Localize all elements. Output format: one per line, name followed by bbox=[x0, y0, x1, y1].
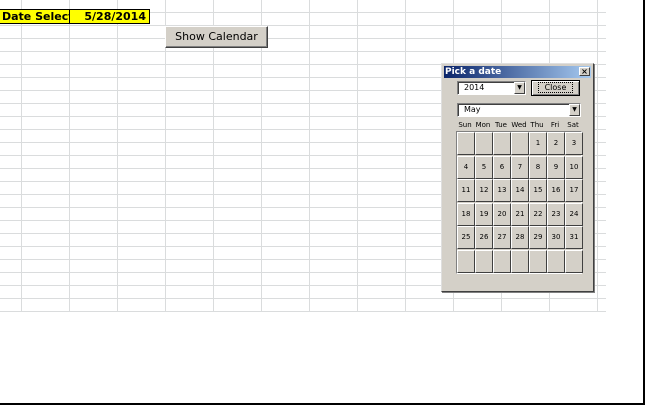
day-button[interactable] bbox=[457, 132, 475, 155]
day-button[interactable]: 15 bbox=[529, 179, 547, 202]
close-icon[interactable]: × bbox=[579, 67, 590, 76]
dialog-title: Pick a date bbox=[445, 67, 502, 77]
pick-a-date-dialog: Pick a date × 2014 ▼ Close May ▼ 1234567… bbox=[441, 63, 594, 292]
day-button[interactable] bbox=[529, 249, 547, 273]
day-button[interactable]: 27 bbox=[493, 226, 511, 249]
day-button[interactable]: 7 bbox=[511, 155, 529, 179]
day-button[interactable]: 8 bbox=[529, 155, 547, 179]
weekday-label: Wed bbox=[511, 121, 527, 129]
day-button[interactable]: 10 bbox=[565, 155, 583, 179]
day-button[interactable] bbox=[475, 249, 493, 273]
day-button[interactable]: 2 bbox=[547, 132, 565, 155]
day-button[interactable]: 24 bbox=[565, 202, 583, 226]
day-button[interactable]: 6 bbox=[493, 155, 511, 179]
show-calendar-button[interactable]: Show Calendar bbox=[165, 26, 268, 48]
day-button[interactable]: 22 bbox=[529, 202, 547, 226]
chevron-down-icon[interactable]: ▼ bbox=[514, 82, 525, 94]
day-button[interactable]: 16 bbox=[547, 179, 565, 202]
day-button[interactable]: 14 bbox=[511, 179, 529, 202]
weekday-label: Mon bbox=[475, 121, 491, 129]
day-button[interactable] bbox=[493, 132, 511, 155]
close-button[interactable]: Close bbox=[531, 80, 580, 96]
month-value: May bbox=[464, 105, 481, 114]
selected-date-cell[interactable]: 5/28/2014 bbox=[69, 9, 150, 24]
dialog-titlebar[interactable]: Pick a date × bbox=[444, 66, 591, 78]
day-button[interactable]: 30 bbox=[547, 226, 565, 249]
day-button[interactable]: 20 bbox=[493, 202, 511, 226]
day-button[interactable]: 3 bbox=[565, 132, 583, 155]
close-button-label: Close bbox=[537, 82, 574, 93]
weekday-label: Thu bbox=[530, 121, 544, 129]
day-button[interactable] bbox=[565, 249, 583, 273]
day-button[interactable]: 29 bbox=[529, 226, 547, 249]
year-dropdown[interactable]: 2014 ▼ bbox=[457, 81, 526, 95]
day-button[interactable] bbox=[493, 249, 511, 273]
day-button[interactable]: 13 bbox=[493, 179, 511, 202]
day-button[interactable]: 31 bbox=[565, 226, 583, 249]
weekday-label: Fri bbox=[550, 121, 560, 129]
day-button[interactable] bbox=[511, 132, 529, 155]
weekday-label: Sun bbox=[458, 121, 472, 129]
date-selected-label-cell[interactable]: Date Selected bbox=[0, 9, 89, 24]
weekday-label: Tue bbox=[495, 121, 507, 129]
calendar-grid: 1 2 3 4 5 6 7 8 9 10 11 12 13 14 15 16 17 18 19 20 21 22 23 24 2… bbox=[456, 131, 583, 274]
day-button[interactable]: 18 bbox=[457, 202, 475, 226]
day-button[interactable] bbox=[547, 249, 565, 273]
day-button[interactable]: 26 bbox=[475, 226, 493, 249]
day-button[interactable]: 9 bbox=[547, 155, 565, 179]
day-button[interactable]: 12 bbox=[475, 179, 493, 202]
day-button[interactable]: 1 bbox=[529, 132, 547, 155]
day-button[interactable]: 5 bbox=[475, 155, 493, 179]
day-button[interactable]: 4 bbox=[457, 155, 475, 179]
day-button[interactable]: 28 bbox=[511, 226, 529, 249]
day-button[interactable] bbox=[511, 249, 529, 273]
day-button[interactable]: 23 bbox=[547, 202, 565, 226]
day-button[interactable] bbox=[457, 249, 475, 273]
chevron-down-icon[interactable]: ▼ bbox=[569, 104, 580, 116]
day-button[interactable]: 17 bbox=[565, 179, 583, 202]
day-button[interactable]: 19 bbox=[475, 202, 493, 226]
month-dropdown[interactable]: May ▼ bbox=[457, 103, 581, 117]
day-button[interactable] bbox=[475, 132, 493, 155]
day-button[interactable]: 11 bbox=[457, 179, 475, 202]
weekday-label: Sat bbox=[567, 121, 579, 129]
year-value: 2014 bbox=[464, 83, 485, 92]
day-button[interactable]: 21 bbox=[511, 202, 529, 226]
day-button[interactable]: 25 bbox=[457, 226, 475, 249]
